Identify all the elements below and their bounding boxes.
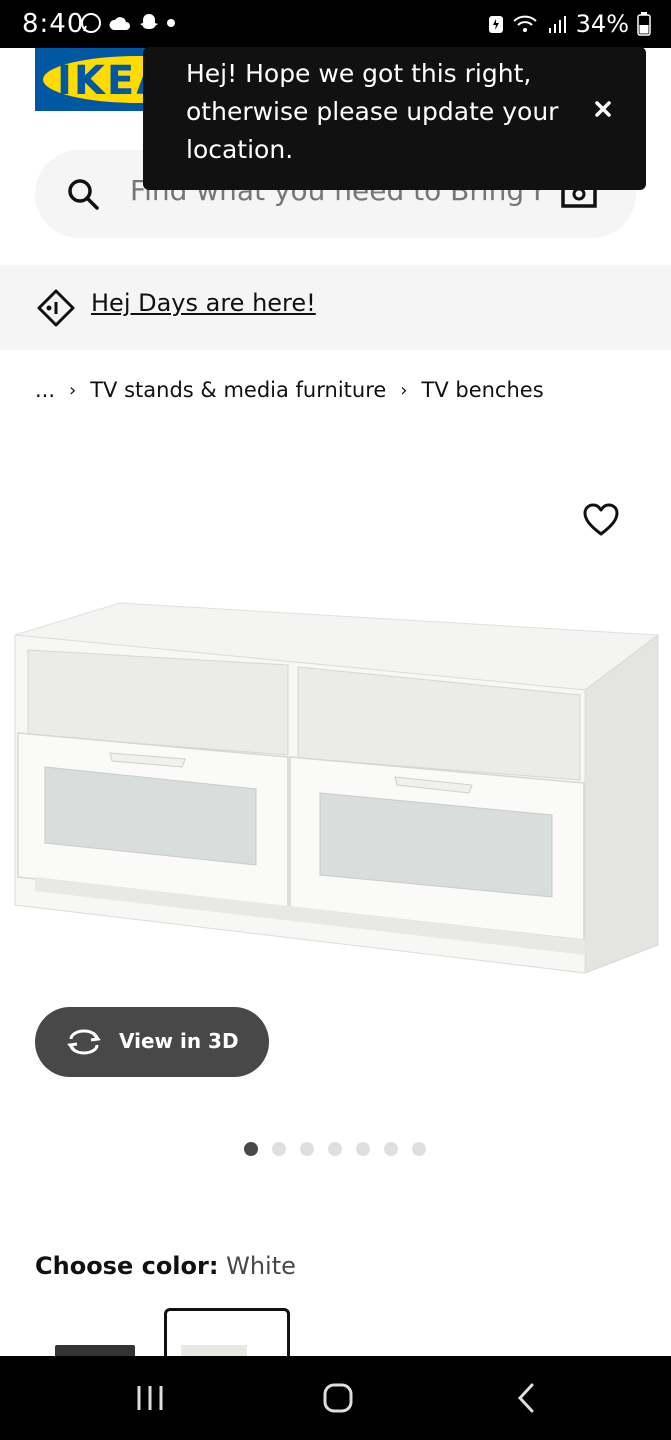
status-time: 8:40 <box>22 9 85 39</box>
snapchat-icon <box>138 12 160 34</box>
close-icon[interactable] <box>591 97 615 121</box>
notification-icons <box>80 12 176 34</box>
choose-color-label: Choose color: <box>35 1252 219 1280</box>
image-carousel-indicator <box>244 1142 426 1156</box>
status-bar: 8:40 34% <box>0 0 671 48</box>
carousel-dot[interactable] <box>328 1142 342 1156</box>
breadcrumb-ellipsis[interactable]: ... <box>35 378 55 402</box>
tooltip-message: Hej! Hope we got this right, otherwise p… <box>186 59 559 164</box>
chevron-right-icon: › <box>400 379 408 401</box>
favorite-heart-icon[interactable] <box>583 503 619 537</box>
breadcrumb-tv-benches[interactable]: TV benches <box>422 378 544 402</box>
carousel-dot[interactable] <box>244 1142 258 1156</box>
carousel-dot[interactable] <box>356 1142 370 1156</box>
home-icon[interactable] <box>318 1382 358 1414</box>
signal-icon <box>548 14 568 34</box>
back-icon[interactable] <box>508 1382 548 1414</box>
price-tag-icon <box>36 288 76 332</box>
more-notifications-dot-icon <box>166 18 176 28</box>
recent-apps-icon[interactable] <box>131 1382 171 1414</box>
rotate-3d-icon <box>65 1029 103 1059</box>
carousel-dot[interactable] <box>384 1142 398 1156</box>
chevron-right-icon: › <box>69 379 77 401</box>
carousel-dot[interactable] <box>272 1142 286 1156</box>
breadcrumb: ... › TV stands & media furniture › TV b… <box>35 378 544 402</box>
carousel-dot[interactable] <box>300 1142 314 1156</box>
cloud-icon <box>108 14 132 32</box>
promo-link[interactable]: Hej Days are here! <box>91 289 316 317</box>
location-tooltip: Hej! Hope we got this right, otherwise p… <box>143 47 646 190</box>
choose-color: Choose color: White <box>35 1252 296 1280</box>
battery-saver-icon <box>488 14 504 34</box>
product-image[interactable] <box>10 595 665 975</box>
carousel-dot[interactable] <box>412 1142 426 1156</box>
system-navigation-bar <box>0 1356 671 1440</box>
view-in-3d-button[interactable]: View in 3D <box>35 1007 269 1077</box>
view-in-3d-label: View in 3D <box>119 1029 239 1053</box>
battery-percent: 34% <box>575 10 629 38</box>
battery-icon <box>637 12 651 36</box>
selected-color: White <box>226 1252 296 1280</box>
promo-banner: Hej Days are here! <box>0 265 671 350</box>
breadcrumb-tv-stands[interactable]: TV stands & media furniture <box>90 378 386 402</box>
system-icons: 34% <box>488 10 651 38</box>
wifi-icon <box>512 13 540 35</box>
whatsapp-icon <box>80 12 102 34</box>
search-icon <box>67 178 101 216</box>
